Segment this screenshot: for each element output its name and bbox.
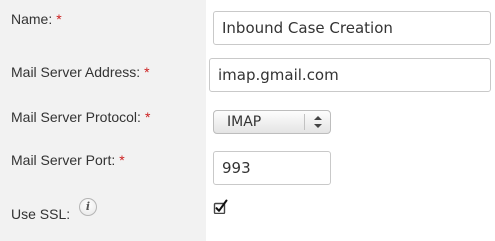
- required-asterisk: *: [144, 109, 151, 125]
- mail-server-protocol-label: Mail Server Protocol: *: [11, 109, 150, 125]
- inbound-email-settings-form: Name: * Inbound Case Creation Mail Server…: [0, 0, 495, 241]
- up-down-arrows-icon: [314, 116, 322, 128]
- select-divider: [304, 114, 305, 130]
- mail-server-address-label-text: Mail Server Address:: [11, 64, 141, 80]
- name-label: Name: *: [11, 11, 62, 27]
- required-asterisk: *: [144, 64, 150, 80]
- use-ssl-checkbox[interactable]: [213, 199, 228, 214]
- name-input[interactable]: Inbound Case Creation: [213, 11, 491, 45]
- mail-server-protocol-selected: IMAP: [227, 114, 262, 130]
- mail-server-address-label: Mail Server Address: *: [11, 64, 150, 80]
- required-asterisk: *: [119, 152, 125, 168]
- name-label-text: Name:: [11, 11, 53, 27]
- mail-server-protocol-label-text: Mail Server Protocol:: [11, 109, 141, 125]
- mail-server-address-input[interactable]: imap.gmail.com: [209, 58, 491, 92]
- required-asterisk: *: [56, 11, 62, 27]
- mail-server-port-label: Mail Server Port: *: [11, 152, 125, 168]
- use-ssl-label: Use SSL:: [11, 206, 71, 222]
- info-icon[interactable]: i: [79, 198, 97, 216]
- mail-server-port-input[interactable]: 993: [213, 151, 331, 185]
- mail-server-protocol-select[interactable]: IMAP: [213, 110, 331, 134]
- mail-server-port-label-text: Mail Server Port:: [11, 152, 116, 168]
